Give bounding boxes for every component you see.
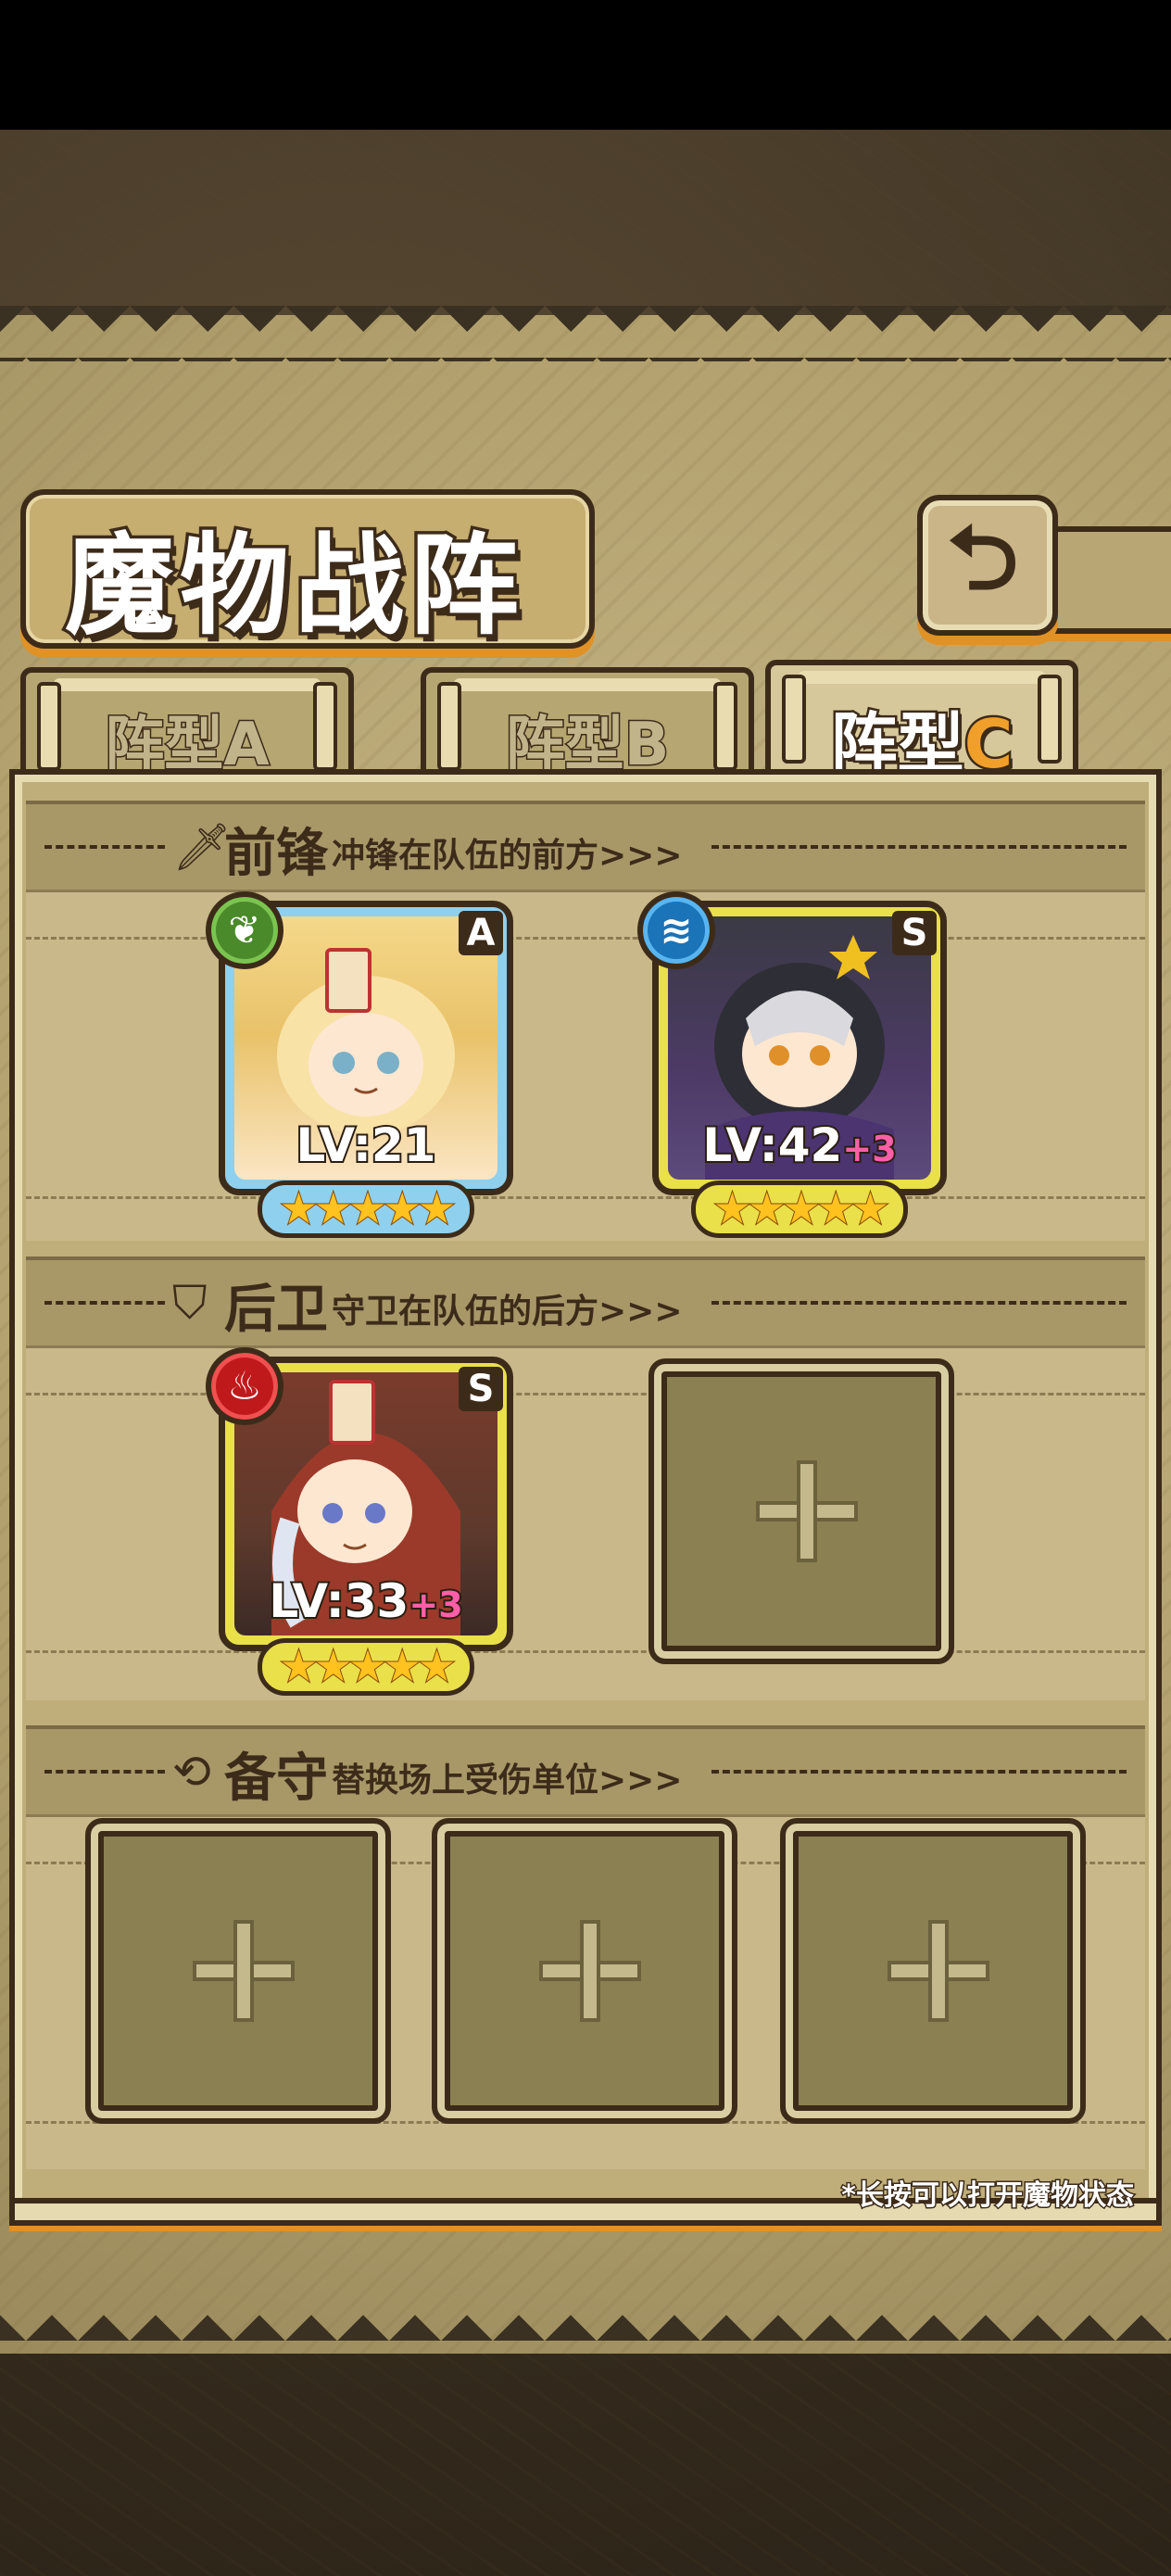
page-title: 魔物战阵 [62,518,525,653]
plus-icon [580,1920,600,2022]
plus-icon [928,1920,949,2022]
row-dash [26,1196,1145,1199]
grass-element-icon: ❦ [206,891,283,969]
section-subtitle: 替换场上受伤单位>>> [332,1762,683,1799]
status-bar [0,0,1171,130]
rank-badge: S [892,911,937,955]
back-arrow-icon: ⮌ [947,506,1019,610]
header-dash [711,1770,1127,1774]
star-rating: ★★★★★ [258,1638,474,1696]
plus-icon [233,1920,254,2022]
section-subtitle: 冲锋在队伍的前方>>> [332,837,683,875]
torn-edge-bottom [0,2289,1171,2344]
empty-slot-reserve-3[interactable] [780,1818,1086,2124]
tab-rail [454,678,721,691]
row-dash [26,1650,1145,1653]
empty-slot-reserve-1[interactable] [85,1818,391,2124]
tab-formation-a[interactable]: 阵型A [20,667,354,781]
header-dash [711,845,1127,849]
header-dash [44,1301,165,1305]
tab-formation-c[interactable]: 阵型C [765,660,1078,786]
sword-icon: 🗡 [172,820,232,874]
section-header-reserve: ⟲ 备守 替换场上受伤单位>>> [26,1725,1145,1818]
header-dash [44,845,165,849]
section-title: 前锋 [224,823,328,884]
header-dash [44,1770,165,1774]
empty-slot-reserve-2[interactable] [432,1818,737,2124]
unit-level: LV:21 [294,1117,437,1174]
section-header-vanguard: 🗡 前锋 冲锋在队伍的前方>>> [26,801,1145,893]
shield-icon: ⛉ [172,1276,208,1330]
row-dash [26,1393,1145,1395]
vanguard-row [26,890,1145,1241]
tab-rail [54,678,321,691]
water-element-icon: ≋ [637,891,715,969]
long-press-hint: *长按可以打开魔物状态 [840,2178,1136,2214]
section-title: 后卫 [224,1279,328,1340]
fire-element-icon: ♨ [206,1347,283,1425]
torn-edge-top [0,306,1171,361]
rank-badge: A [459,911,503,955]
section-header-rearguard: ⛉ 后卫 守卫在队伍的后方>>> [26,1256,1145,1349]
back-button-rail [1047,526,1171,634]
tab-rail [799,671,1045,684]
empty-slot-rearguard-2[interactable] [648,1358,954,1664]
rearguard-row [26,1345,1145,1700]
plus-icon [797,1460,817,1562]
tab-formation-b[interactable]: 阵型B [421,667,754,781]
swap-icon: ⟲ [172,1745,211,1799]
unit-level: LV:33+3 [267,1572,464,1630]
unit-level: LV:42+3 [700,1117,898,1174]
rank-badge: S [459,1367,503,1411]
row-dash [26,937,1145,940]
section-title: 备守 [224,1748,328,1809]
section-subtitle: 守卫在队伍的后方>>> [332,1293,683,1331]
header-dash [711,1301,1127,1305]
star-rating: ★★★★★ [691,1181,908,1238]
star-rating: ★★★★★ [258,1181,474,1238]
